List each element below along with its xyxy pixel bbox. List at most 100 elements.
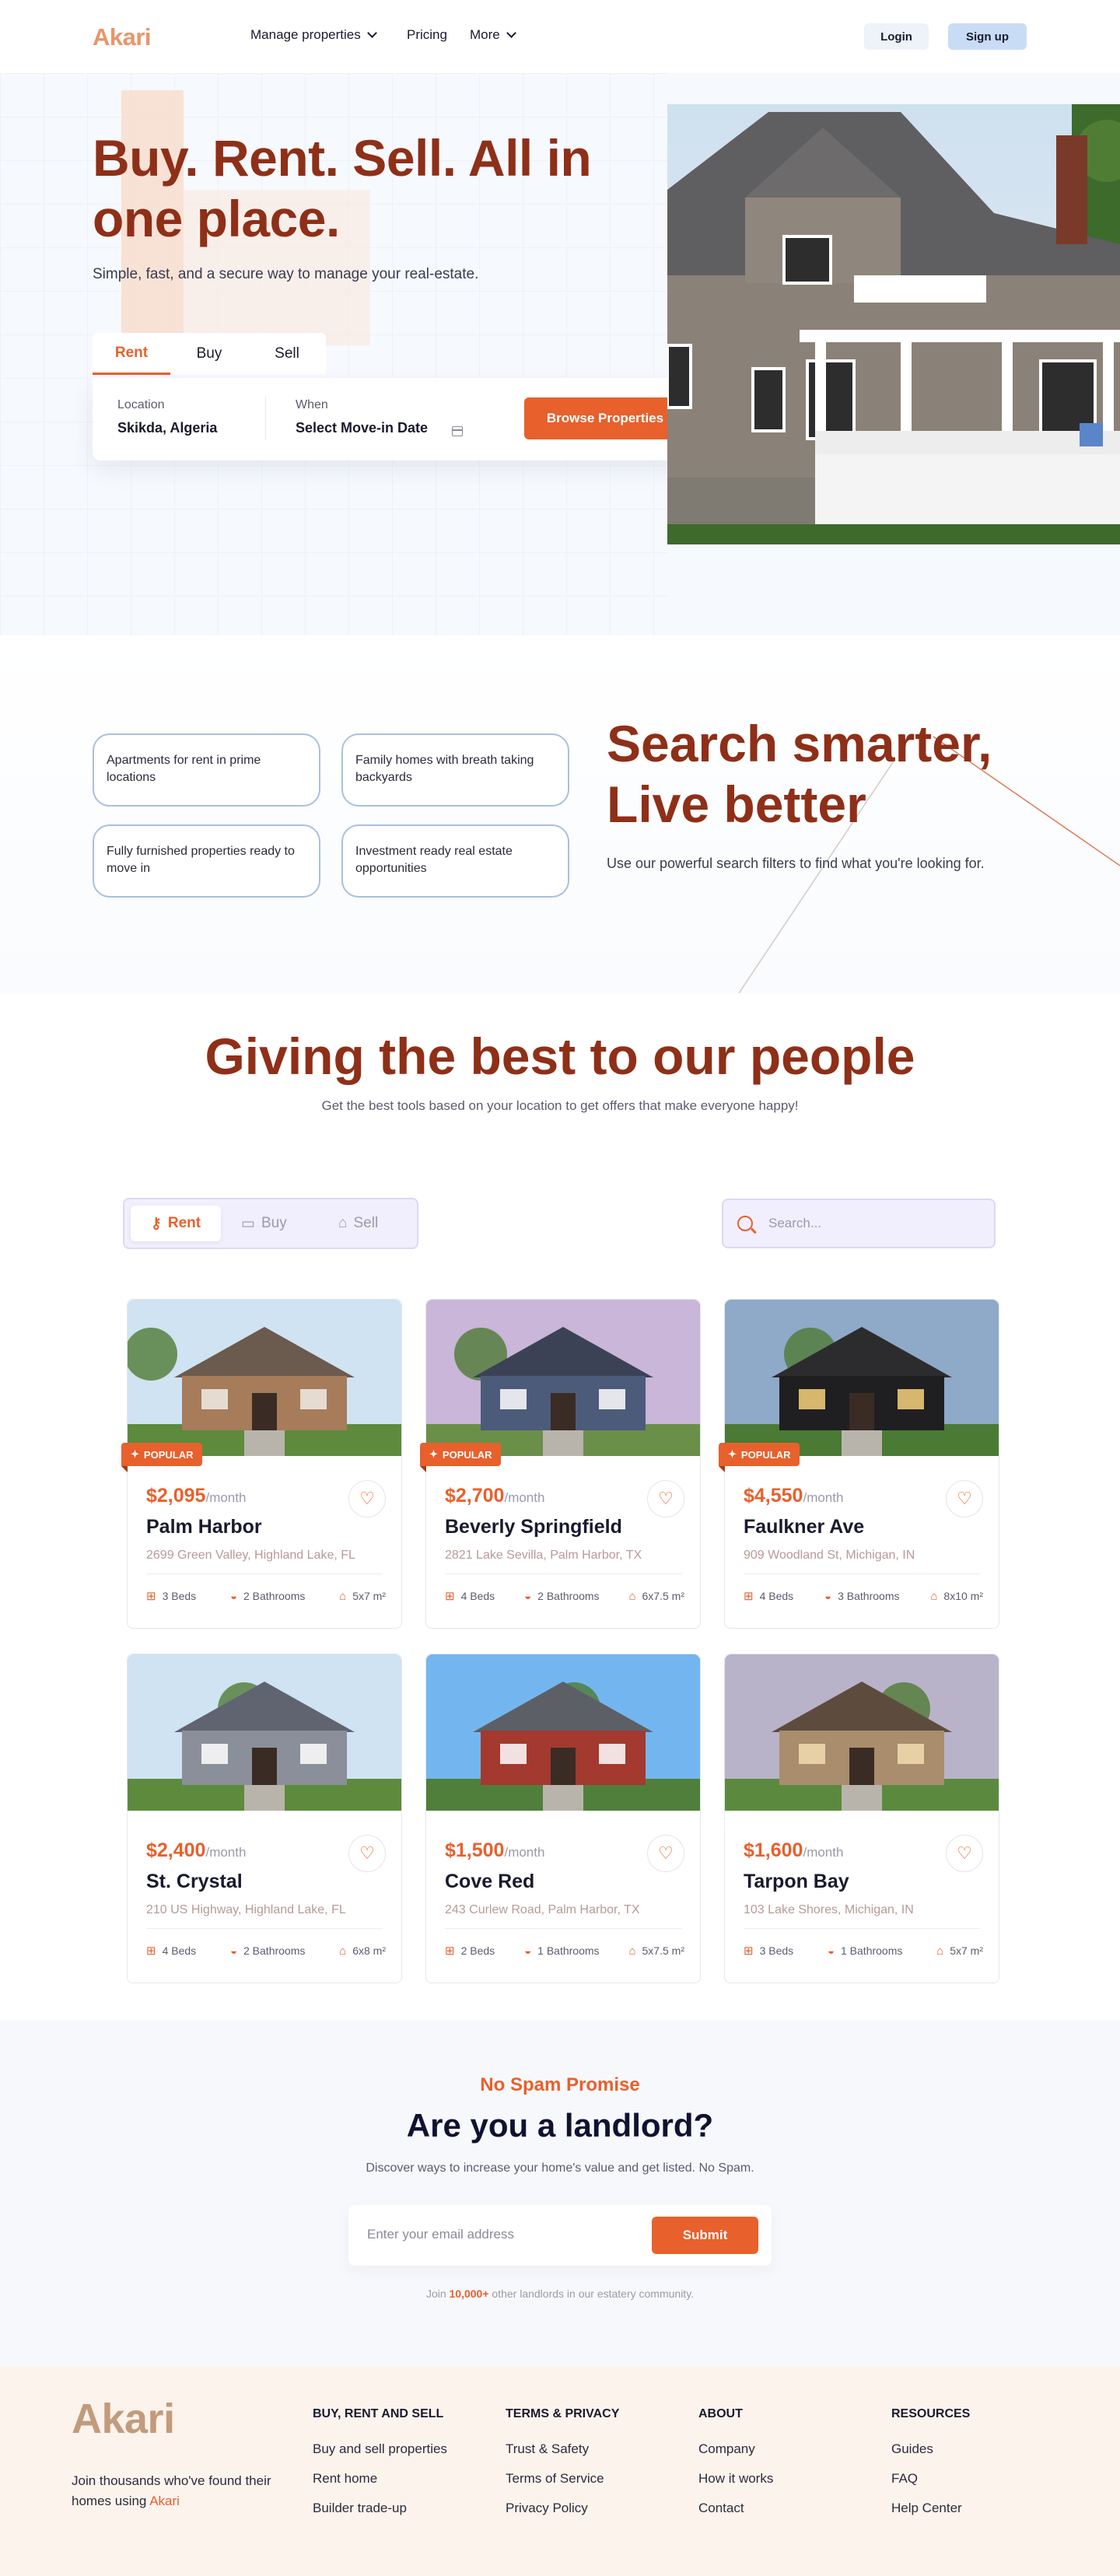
property-price: $1,600/month — [744, 1839, 843, 1862]
property-card[interactable]: ✦ POPULAR $2,095/month ♡ Palm Harbor 2699… — [121, 1299, 402, 1629]
property-image — [426, 1300, 700, 1456]
brand-logo[interactable]: Akari — [93, 23, 152, 51]
price-unit: /month — [205, 1845, 247, 1860]
property-card[interactable]: ✦ POPULAR $2,700/month ♡ Beverly Springfi… — [420, 1299, 701, 1629]
search-placeholder: Search... — [768, 1216, 822, 1230]
nav-pricing[interactable]: Pricing — [407, 27, 447, 43]
divider — [265, 397, 266, 440]
when-label: When — [296, 398, 328, 411]
nav-link-label: Pricing — [407, 27, 447, 42]
price-unit: /month — [504, 1490, 545, 1505]
location-field[interactable]: Skikda, Algeria — [117, 420, 217, 436]
area-feature: ⌂ 6x8 m² — [339, 1944, 386, 1958]
signup-button[interactable]: Sign up — [948, 23, 1027, 50]
property-price: $2,700/month — [445, 1485, 544, 1507]
price-unit: /month — [504, 1845, 545, 1860]
move-in-date-field[interactable]: Select Move-in Date — [296, 420, 428, 436]
property-features: ⊞ 4 Beds ◒ 2 Bathrooms ⌂ 6x8 m² — [146, 1944, 386, 1958]
search-icon — [737, 1216, 753, 1231]
footer-link[interactable]: FAQ — [891, 2471, 918, 2487]
login-button[interactable]: Login — [864, 23, 929, 50]
landlord-subtitle: Discover ways to increase your home's va… — [366, 2161, 754, 2175]
price-unit: /month — [803, 1845, 844, 1860]
divider — [744, 1928, 980, 1929]
footer-link[interactable]: Buy and sell properties — [313, 2441, 447, 2457]
baths-value: 2 Bathrooms — [243, 1590, 306, 1602]
footer-link[interactable]: Privacy Policy — [506, 2501, 588, 2516]
property-card[interactable]: $1,500/month ♡ Cove Red 243 Curlew Road,… — [425, 1654, 701, 1983]
filter-tab-rent[interactable]: ⚷ Rent — [131, 1206, 221, 1241]
property-card[interactable]: $2,400/month ♡ St. Crystal 210 US Highwa… — [127, 1654, 402, 1983]
browse-properties-button[interactable]: Browse Properties — [524, 397, 686, 439]
property-card[interactable]: $1,600/month ♡ Tarpon Bay 103 Lake Shore… — [724, 1654, 999, 1983]
search-smarter-subtitle: Use our powerful search filters to find … — [607, 856, 985, 871]
filter-tab-buy[interactable]: ▭ Buy — [241, 1206, 311, 1241]
filter-tab-sell[interactable]: ⌂ Sell — [338, 1206, 408, 1241]
bath-icon: ◒ — [524, 1589, 532, 1603]
divider — [146, 1928, 383, 1929]
favorite-heart-icon[interactable]: ♡ — [647, 1835, 684, 1872]
nav-more[interactable]: More — [470, 27, 516, 43]
footer-link[interactable]: Help Center — [891, 2501, 962, 2516]
property-price: $2,400/month — [146, 1839, 246, 1862]
area-value: 5x7 m² — [950, 1944, 983, 1957]
feature-pill: Investment ready real estate opportuniti… — [341, 824, 569, 898]
property-features: ⊞ 3 Beds ◒ 2 Bathrooms ⌂ 5x7 m² — [146, 1589, 386, 1604]
favorite-heart-icon[interactable]: ♡ — [647, 1480, 684, 1517]
tagline-brand: Akari — [149, 2494, 180, 2508]
feature-pill: Family homes with breath taking backyard… — [341, 733, 569, 807]
bath-icon: ◒ — [827, 1944, 835, 1958]
nav-manage-properties[interactable]: Manage properties — [250, 27, 377, 43]
area-feature: ⌂ 6x7.5 m² — [628, 1589, 684, 1603]
property-features: ⊞ 3 Beds ◒ 1 Bathrooms ⌂ 5x7 m² — [744, 1944, 983, 1958]
beds-value: 3 Beds — [162, 1590, 197, 1602]
property-card[interactable]: ✦ POPULAR $4,550/month ♡ Faulkner Ave 909… — [719, 1299, 999, 1629]
favorite-heart-icon[interactable]: ♡ — [348, 1480, 386, 1517]
sparkle-icon: ✦ — [728, 1448, 737, 1460]
favorite-heart-icon[interactable]: ♡ — [348, 1835, 386, 1872]
price-unit: /month — [205, 1490, 247, 1505]
area-icon: ⌂ — [628, 1944, 636, 1958]
baths-feature: ◒ 1 Bathrooms — [524, 1944, 599, 1958]
baths-value: 3 Bathrooms — [838, 1590, 900, 1602]
search-smarter-title: Search smarter, Live better — [607, 713, 992, 835]
no-spam-eyebrow: No Spam Promise — [480, 2074, 640, 2095]
email-input[interactable]: Enter your email address — [367, 2227, 514, 2242]
tab-buy[interactable]: Buy — [170, 333, 248, 375]
footer-link[interactable]: Rent home — [313, 2471, 377, 2487]
feature-pill: Fully furnished properties ready to move… — [93, 824, 320, 898]
footer-link[interactable]: Terms of Service — [506, 2471, 604, 2487]
beds-value: 3 Beds — [759, 1944, 794, 1957]
footer: Akari Join thousands who've found their … — [0, 2367, 1120, 2576]
bath-icon: ◒ — [824, 1589, 832, 1603]
favorite-heart-icon[interactable]: ♡ — [946, 1835, 983, 1872]
favorite-heart-icon[interactable]: ♡ — [946, 1480, 983, 1517]
key-icon: ⚷ — [150, 1215, 162, 1232]
bed-icon: ⊞ — [445, 1944, 455, 1958]
property-search-input[interactable]: Search... — [722, 1199, 996, 1248]
location-label: Location — [117, 398, 165, 411]
submit-button[interactable]: Submit — [652, 2217, 758, 2254]
hero-subtitle: Simple, fast, and a secure way to manage… — [93, 266, 479, 282]
tab-rent[interactable]: Rent — [93, 333, 170, 375]
area-icon: ⌂ — [628, 1589, 636, 1603]
calendar-icon[interactable] — [452, 426, 463, 436]
footer-link[interactable]: How it works — [698, 2471, 773, 2487]
footer-link[interactable]: Trust & Safety — [506, 2441, 589, 2457]
footer-link[interactable]: Guides — [891, 2441, 933, 2457]
area-icon: ⌂ — [339, 1944, 347, 1958]
footer-logo[interactable]: Akari — [72, 2395, 175, 2443]
tab-sell[interactable]: Sell — [248, 333, 326, 375]
footer-link[interactable]: Builder trade-up — [313, 2501, 407, 2516]
baths-value: 2 Bathrooms — [537, 1590, 600, 1602]
bed-icon: ⊞ — [744, 1590, 754, 1603]
price-value: $2,095 — [146, 1485, 206, 1507]
popular-badge: ✦ POPULAR — [420, 1443, 502, 1472]
chevron-down-icon — [506, 28, 516, 38]
footer-link[interactable]: Company — [698, 2441, 755, 2457]
area-value: 6x8 m² — [352, 1944, 386, 1957]
footer-link[interactable]: Contact — [698, 2501, 744, 2516]
top-navbar: Akari Manage properties Pricing More Log… — [0, 0, 1120, 73]
property-price: $2,095/month — [146, 1485, 246, 1507]
popular-badge: ✦ POPULAR — [719, 1443, 800, 1472]
